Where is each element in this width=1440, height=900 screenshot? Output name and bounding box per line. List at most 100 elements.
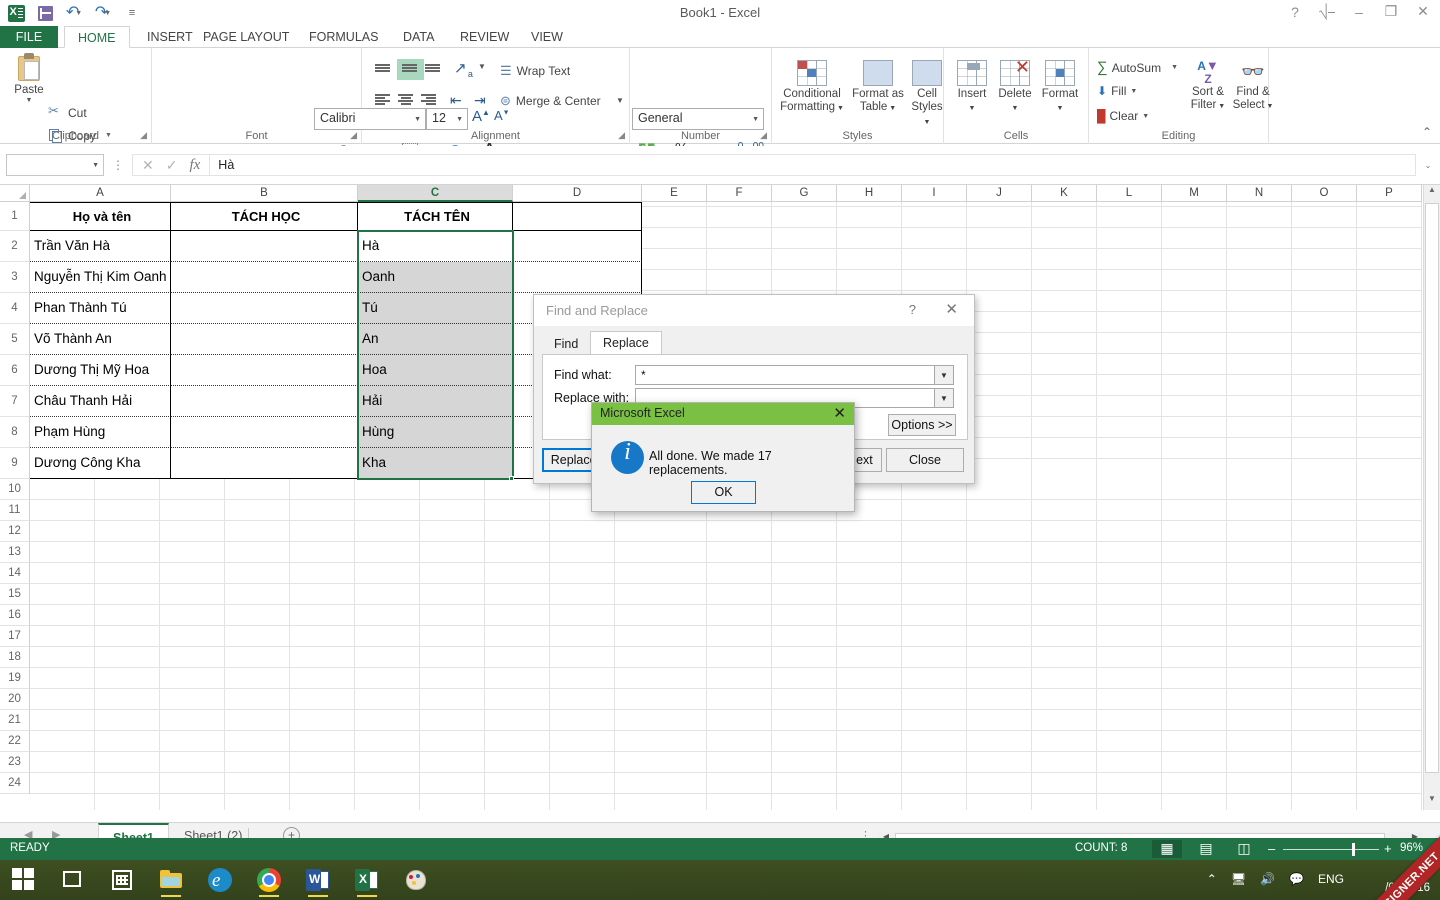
page-break-view-icon[interactable]: ◫ [1229,840,1259,858]
fill-button[interactable]: ⬇ Fill ▼ [1097,84,1137,98]
zoom-level[interactable]: 96% [1400,842,1423,854]
tab-formulas[interactable]: FORMULAS [296,26,391,48]
cell-C9[interactable]: Kha [358,448,513,479]
formula-input[interactable]: Hà [209,154,1416,176]
volume-muted-icon[interactable]: 🔊 [1260,872,1275,886]
insert-cells-button[interactable]: Insert▼ [952,60,992,115]
cell-A3[interactable]: Nguyễn Thị Kim Oanh [30,262,171,293]
cell-B2[interactable] [171,231,358,262]
font-dialog-launcher[interactable]: ◢ [350,130,357,141]
cell-B6[interactable] [171,355,358,386]
colhead-I[interactable]: I [902,185,967,202]
cell-C8[interactable]: Hùng [358,417,513,448]
colhead-B[interactable]: B [171,185,358,202]
zoom-in-button[interactable]: + [1384,841,1392,856]
find-what-input[interactable]: * [635,365,935,385]
collapse-ribbon-icon[interactable]: ⌃ [1422,125,1432,139]
orientation-dropdown-icon[interactable]: ▼ [478,62,486,71]
cell-styles-button[interactable]: Cell Styles ▼ [908,60,946,130]
expand-formula-bar-icon[interactable]: ⌄ [1416,161,1440,170]
task-view-icon[interactable] [60,868,84,892]
edge-icon[interactable]: e [208,868,232,892]
rowhead-18[interactable]: 18 [0,647,30,668]
tab-replace[interactable]: Replace [590,331,662,354]
rowhead-17[interactable]: 17 [0,626,30,647]
find-select-button[interactable]: 👓 Find & Select ▼ [1231,60,1275,113]
cell-A2[interactable]: Trần Văn Hà [30,231,171,262]
calculator-icon[interactable] [110,868,134,892]
cell-C6[interactable]: Hoa [358,355,513,386]
conditional-formatting-button[interactable]: Conditional Formatting ▼ [778,60,846,115]
delete-cells-button[interactable]: ✕ Delete▼ [994,60,1036,115]
find-what-dropdown-icon[interactable]: ▼ [935,365,954,385]
scroll-up-icon[interactable]: ▲ [1424,185,1440,201]
word-icon[interactable]: W [306,868,330,892]
zoom-slider-track[interactable] [1283,849,1379,850]
tab-home[interactable]: HOME [64,26,130,48]
merge-dropdown-icon[interactable]: ▼ [616,96,624,105]
colhead-P[interactable]: P [1357,185,1422,202]
language-indicator[interactable]: ENG [1318,872,1344,886]
cell-C4[interactable]: Tú [358,293,513,324]
tab-find[interactable]: Find [542,334,590,354]
rowhead-3[interactable]: 3 [0,262,30,293]
normal-view-icon[interactable]: ▦ [1152,840,1182,858]
message-box-ok-button[interactable]: OK [691,481,756,504]
windows-start-icon[interactable] [12,868,36,892]
help-icon[interactable]: ? [1286,4,1304,20]
replace-with-dropdown-icon[interactable]: ▼ [935,388,954,408]
cell-D3[interactable] [513,262,642,293]
find-replace-help-icon[interactable]: ? [909,302,916,317]
file-explorer-icon[interactable] [159,868,183,892]
alignment-dialog-launcher[interactable]: ◢ [618,130,625,141]
cell-A9[interactable]: Dương Công Kha [30,448,171,479]
cell-A6[interactable]: Dương Thị Mỹ Hoa [30,355,171,386]
chevron-down-icon[interactable]: ▼ [92,162,99,169]
rowhead-20[interactable]: 20 [0,689,30,710]
tab-file[interactable]: FILE [0,26,58,48]
colhead-O[interactable]: O [1292,185,1357,202]
tab-page-layout[interactable]: PAGE LAYOUT [190,26,302,48]
merge-center-button[interactable]: ⊜ Merge & Center [500,93,601,109]
colhead-D[interactable]: D [513,185,642,202]
cancel-icon[interactable]: ✕ [142,157,154,174]
cut-button[interactable]: Cut [48,105,87,120]
cell-B1[interactable]: TÁCH HỌC [171,202,358,231]
increase-indent-icon[interactable]: ⇥ [474,92,486,109]
tray-chevron-icon[interactable]: ⌃ [1207,872,1217,886]
wrap-text-button[interactable]: ☰ Wrap Text [500,63,570,79]
rowhead-5[interactable]: 5 [0,324,30,355]
rowhead-2[interactable]: 2 [0,231,30,262]
colhead-F[interactable]: F [707,185,772,202]
close-button[interactable]: Close [886,448,964,472]
cell-B4[interactable] [171,293,358,324]
excel-icon[interactable]: X [355,868,379,892]
cell-A1[interactable]: Họ và tên [30,202,171,231]
cell-A5[interactable]: Võ Thành An [30,324,171,355]
sort-filter-button[interactable]: A▼ Z Sort & Filter ▼ [1187,60,1229,113]
chrome-icon[interactable] [257,868,281,892]
vertical-scroll-thumb[interactable] [1425,203,1439,773]
format-as-table-button[interactable]: Format as Table ▼ [850,60,906,115]
cell-B3[interactable] [171,262,358,293]
cell-C5[interactable]: An [358,324,513,355]
tab-review[interactable]: REVIEW [447,26,522,48]
colhead-N[interactable]: N [1227,185,1292,202]
rowhead-12[interactable]: 12 [0,521,30,542]
cell-D1[interactable] [513,202,642,231]
taskbar-clock[interactable]: :58 /08/2016 [1385,864,1430,896]
ribbon-display-options-icon[interactable]: ⎷⎯ [1318,3,1336,20]
zoom-slider-thumb[interactable] [1352,843,1355,856]
select-all-corner[interactable] [0,185,30,202]
paint-icon[interactable] [404,868,428,892]
rowhead-10[interactable]: 10 [0,479,30,500]
tab-view[interactable]: VIEW [518,26,576,48]
cell-C7[interactable]: Hải [358,386,513,417]
cell-A4[interactable]: Phan Thành Tú [30,293,171,324]
align-top-button[interactable] [374,62,393,77]
clear-button[interactable]: █ Clear ▼ [1097,109,1149,123]
align-bottom-button[interactable] [424,62,443,77]
network-icon[interactable]: 🖥 [1231,872,1246,886]
cell-B5[interactable] [171,324,358,355]
format-cells-button[interactable]: Format▼ [1038,60,1082,115]
